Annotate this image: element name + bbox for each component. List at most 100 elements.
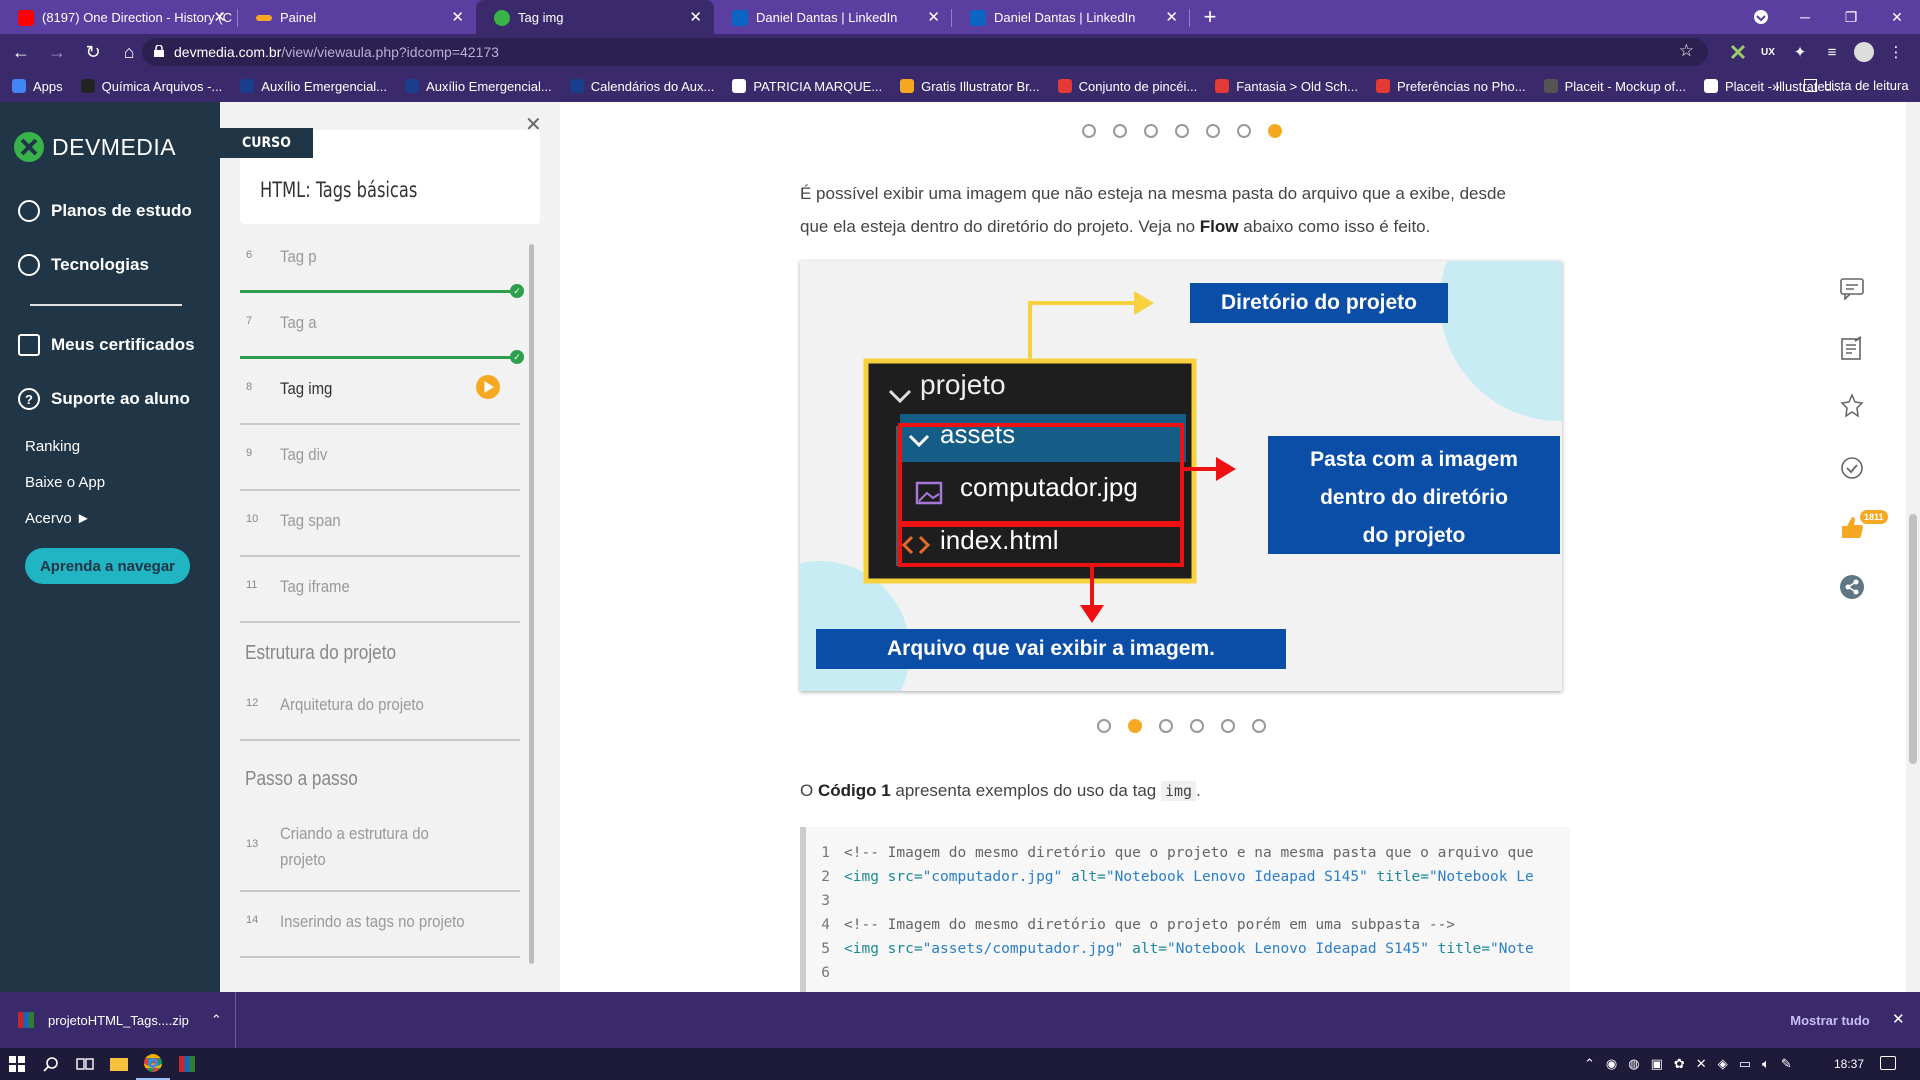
browser-tab[interactable]: Daniel Dantas | LinkedIn ✕ xyxy=(952,0,1190,34)
profile-icon[interactable] xyxy=(1738,0,1784,34)
show-all-button[interactable]: Mostrar tudo xyxy=(1782,1006,1878,1034)
windows-start-icon[interactable] xyxy=(0,1048,34,1080)
bookmark-item[interactable]: Auxílio Emergencial... xyxy=(240,79,387,94)
ux-extension-icon[interactable]: UX xyxy=(1754,38,1782,66)
carousel-dot-active[interactable] xyxy=(1268,124,1282,138)
done-icon[interactable] xyxy=(1837,453,1867,483)
browser-tab[interactable]: (8197) One Direction - History (C ✕ xyxy=(0,0,238,34)
close-download-bar-icon[interactable]: ✕ xyxy=(1892,1010,1905,1028)
tray-app-icon[interactable]: ◍ xyxy=(1628,1056,1639,1072)
close-tab-icon[interactable]: ✕ xyxy=(1165,8,1178,26)
system-tray[interactable]: ⌃ ◉ ◍ ▣ ✿ ✕ ◈ ▭ 🔈︎ ✎ xyxy=(1584,1048,1792,1080)
task-view-icon[interactable] xyxy=(68,1048,102,1080)
bookmark-item[interactable]: Conjunto de pincéi... xyxy=(1057,79,1197,94)
close-tab-icon[interactable]: ✕ xyxy=(689,8,702,26)
restore-icon[interactable]: ❐ xyxy=(1828,0,1874,34)
nav-meus-certificados[interactable]: Meus certificados xyxy=(18,334,195,356)
bookmark-apps[interactable]: Apps xyxy=(12,79,63,94)
link-ranking[interactable]: Ranking xyxy=(25,438,80,455)
browser-tab[interactable]: Daniel Dantas | LinkedIn ✕ xyxy=(714,0,952,34)
reading-list[interactable]: Lista de leitura xyxy=(1804,78,1909,93)
carousel-dot[interactable] xyxy=(1206,124,1220,138)
carousel-dot[interactable] xyxy=(1221,719,1235,733)
nav-suporte-ao-aluno[interactable]: ? Suporte ao aluno xyxy=(18,388,190,410)
tray-app-icon[interactable]: ◉ xyxy=(1606,1056,1617,1072)
close-tab-icon[interactable]: ✕ xyxy=(213,8,226,26)
chevron-up-icon[interactable]: ⌃ xyxy=(211,1012,222,1028)
pen-icon[interactable]: ✎ xyxy=(1781,1056,1792,1072)
back-icon[interactable]: ← xyxy=(6,37,36,67)
bookmarks-more[interactable]: » xyxy=(1772,78,1780,94)
scrollbar-thumb[interactable] xyxy=(1909,514,1917,764)
media-icon[interactable]: ≡ xyxy=(1818,38,1846,66)
tray-app-icon[interactable]: ✕ xyxy=(1696,1056,1707,1072)
link-baixe-o-app[interactable]: Baixe o App xyxy=(25,474,105,491)
close-tab-icon[interactable]: ✕ xyxy=(927,8,940,26)
home-icon[interactable]: ⌂ xyxy=(114,37,144,67)
carousel-dot[interactable] xyxy=(1113,124,1127,138)
bookmark-item[interactable]: Química Arquivos -... xyxy=(80,79,222,94)
carousel-dot[interactable] xyxy=(1175,124,1189,138)
chrome-icon[interactable] xyxy=(136,1048,170,1080)
extension-icon[interactable] xyxy=(1724,38,1752,66)
close-tab-icon[interactable]: ✕ xyxy=(451,8,464,26)
address-bar[interactable]: devmedia.com.br/view/viewaula.php?idcomp… xyxy=(142,38,1708,66)
lesson-item[interactable]: 9 Tag div xyxy=(240,425,520,491)
volume-icon[interactable]: 🔈︎ xyxy=(1762,1056,1770,1072)
browser-tab[interactable]: Painel ✕ xyxy=(238,0,476,34)
network-icon[interactable]: ▭ xyxy=(1739,1056,1751,1072)
tray-app-icon[interactable]: ▣ xyxy=(1651,1056,1663,1072)
bookmark-item[interactable]: Auxílio Emergencial... xyxy=(405,79,552,94)
avatar[interactable] xyxy=(1850,38,1878,66)
lesson-item[interactable]: 12 Arquitetura do projeto xyxy=(240,675,520,741)
page-scrollbar[interactable] xyxy=(1906,102,1920,992)
clock[interactable]: 18:37 xyxy=(1834,1048,1864,1080)
notifications-icon[interactable] xyxy=(1880,1056,1896,1070)
notes-icon[interactable] xyxy=(1837,333,1867,363)
minimize-icon[interactable]: ─ xyxy=(1782,0,1828,34)
carousel-dot[interactable] xyxy=(1159,719,1173,733)
code-block[interactable]: 1 <!-- Imagem do mesmo diretório que o pr… xyxy=(800,827,1570,997)
browser-tab-active[interactable]: Tag img ✕ xyxy=(476,0,714,34)
file-explorer-icon[interactable] xyxy=(102,1048,136,1080)
bookmark-item[interactable]: Calendários do Aux... xyxy=(569,79,714,94)
lesson-item[interactable]: 10 Tag span xyxy=(240,491,520,557)
puzzle-icon[interactable]: ✦ xyxy=(1786,38,1814,66)
link-acervo[interactable]: Acervo ► xyxy=(25,510,91,527)
comment-icon[interactable] xyxy=(1837,273,1867,303)
forward-icon[interactable]: → xyxy=(42,37,72,67)
reload-icon[interactable]: ↻ xyxy=(78,37,108,67)
tray-chevron-icon[interactable]: ⌃ xyxy=(1584,1056,1595,1072)
nav-planos-de-estudo[interactable]: Planos de estudo xyxy=(18,200,192,222)
tray-app-icon[interactable]: ✿ xyxy=(1674,1056,1685,1072)
menu-icon[interactable]: ⋮ xyxy=(1882,38,1910,66)
lesson-item[interactable]: 6 Tag p ✓ xyxy=(240,227,524,298)
carousel-dot[interactable] xyxy=(1082,124,1096,138)
winrar-icon[interactable] xyxy=(170,1048,204,1080)
bookmark-item[interactable]: Preferências no Pho... xyxy=(1375,79,1526,94)
close-window-icon[interactable]: ✕ xyxy=(1874,0,1920,34)
lesson-item-current[interactable]: 8 Tag img xyxy=(240,359,520,425)
carousel-dot[interactable] xyxy=(1190,719,1204,733)
carousel-dot[interactable] xyxy=(1237,124,1251,138)
lesson-item[interactable]: 7 Tag a ✓ xyxy=(240,293,524,364)
bookmark-item[interactable]: Gratis Illustrator Br... xyxy=(900,79,1040,94)
bookmark-item[interactable]: PATRICIA MARQUE... xyxy=(732,79,882,94)
carousel-dot[interactable] xyxy=(1144,124,1158,138)
lesson-item[interactable]: 14 Inserindo as tags no projeto xyxy=(240,892,520,958)
share-icon[interactable] xyxy=(1837,572,1867,602)
lesson-item[interactable]: 11 Tag iframe xyxy=(240,557,520,623)
star-badge-icon[interactable] xyxy=(1837,391,1867,421)
carousel-dot[interactable] xyxy=(1097,719,1111,733)
bookmark-item[interactable]: Placeit - Mockup of... xyxy=(1543,79,1686,94)
nav-tecnologias[interactable]: Tecnologias xyxy=(18,254,149,276)
carousel-dot-active[interactable] xyxy=(1128,719,1142,733)
star-icon[interactable]: ☆ xyxy=(1679,41,1694,61)
search-icon[interactable] xyxy=(34,1048,68,1080)
tray-app-icon[interactable]: ◈ xyxy=(1718,1056,1728,1072)
carousel-dot[interactable] xyxy=(1252,719,1266,733)
aprenda-a-navegar-button[interactable]: Aprenda a navegar xyxy=(25,548,190,584)
new-tab-button[interactable]: + xyxy=(1190,0,1230,34)
devmedia-logo[interactable]: DEVMEDIA xyxy=(14,132,176,162)
bookmark-item[interactable]: Fantasia > Old Sch... xyxy=(1215,79,1358,94)
